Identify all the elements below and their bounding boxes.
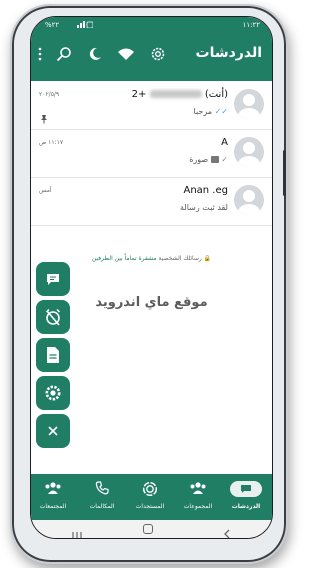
chat-message-text: مرحبا — [193, 107, 213, 116]
chat-name: Anan .eg — [183, 185, 228, 196]
battery-text: %٢٢ — [45, 21, 60, 29]
nav-item-chats[interactable]: الدردشات — [224, 474, 268, 520]
settings-icon[interactable] — [149, 45, 167, 63]
wifi-icon[interactable] — [117, 45, 135, 63]
nav-item-calls[interactable]: المكالمات — [80, 474, 124, 520]
encryption-text: رسائلك الشخصية — [156, 255, 202, 262]
communities-icon — [45, 482, 61, 494]
chat-time: ١١:١٧ ص — [39, 139, 64, 146]
chat-name: A — [221, 137, 228, 148]
chat-name-prefix: +2 — [131, 89, 147, 100]
encryption-highlight: مشفرة تماماً بين الطرفين — [91, 255, 157, 262]
page-title: الدردشات — [195, 45, 262, 61]
lock-icon: 🔒 — [203, 255, 212, 262]
chat-name: (أنت) +2 — [132, 89, 228, 100]
nav-item-communities[interactable]: المجتمعات — [31, 474, 75, 520]
screen: ١١:٢٢ %٢٢ الدردشات (أنت) +2 ✓✓ مرحبا ٢٠٢… — [30, 16, 273, 539]
nav-label: المستجدات — [135, 503, 165, 510]
avatar — [234, 185, 264, 215]
recent-apps-icon[interactable] — [71, 525, 83, 538]
avatar — [234, 89, 264, 119]
document-fab[interactable] — [36, 338, 70, 372]
home-icon[interactable] — [143, 524, 153, 534]
alarm-off-fab[interactable] — [36, 300, 70, 334]
system-nav-bar — [31, 520, 272, 538]
groups-icon — [190, 482, 206, 494]
search-icon[interactable] — [55, 45, 73, 63]
nav-item-groups[interactable]: المجموعات — [176, 474, 220, 520]
nav-label: المكالمات — [89, 503, 115, 510]
chat-name-label: (أنت) — [204, 89, 228, 100]
chat-message-text: صورة — [189, 155, 209, 164]
app-bar: الدردشات — [31, 37, 272, 77]
chat-time: ٢٠٢/٥/٩ — [39, 91, 60, 98]
chat-list-item[interactable]: Anan .eg لقد ثبت رسالة أمس — [31, 179, 272, 226]
nav-label: المجموعات — [183, 503, 213, 510]
dark-mode-icon[interactable] — [86, 45, 104, 63]
chat-last-message: ✓✓ مرحبا — [194, 107, 228, 116]
check-icon: ✓ — [221, 155, 228, 164]
status-time: ١١:٢٢ — [242, 21, 260, 29]
new-chat-fab[interactable] — [36, 262, 70, 296]
redacted-phone — [149, 90, 202, 98]
chat-list-item[interactable]: A ✓ صورة ١١:١٧ ص — [31, 131, 272, 178]
status-bar: ١١:٢٢ %٢٢ — [31, 17, 272, 35]
top-app-bar: ١١:٢٢ %٢٢ الدردشات — [31, 17, 272, 81]
nav-item-updates[interactable]: المستجدات — [128, 474, 172, 520]
chat-last-message: لقد ثبت رسالة — [180, 203, 228, 212]
phone-side-button — [283, 150, 286, 196]
image-icon — [210, 156, 219, 163]
double-check-icon: ✓✓ — [214, 107, 228, 116]
updates-icon — [142, 481, 158, 497]
chat-list-item[interactable]: (أنت) +2 ✓✓ مرحبا ٢٠٢/٥/٩ — [31, 83, 272, 130]
chat-bubble-icon — [230, 481, 262, 497]
encryption-notice[interactable]: 🔒 رسائلك الشخصية مشفرة تماماً بين الطرفي… — [31, 255, 272, 262]
chat-time: أمس — [39, 187, 52, 194]
pin-icon — [39, 109, 49, 128]
back-icon[interactable] — [223, 524, 231, 538]
bottom-navigation: الدردشات المجموعات المستجدات المكالمات ا… — [31, 474, 272, 520]
signal-icon — [77, 20, 94, 30]
avatar — [234, 137, 264, 167]
more-vert-icon[interactable] — [31, 45, 49, 63]
settings-fab[interactable] — [36, 376, 70, 410]
nav-label: المجتمعات — [39, 503, 67, 510]
chat-last-message: ✓ صورة — [189, 155, 228, 164]
nav-label: الدردشات — [231, 503, 261, 510]
phone-icon — [95, 481, 109, 495]
close-fab[interactable] — [36, 414, 70, 448]
